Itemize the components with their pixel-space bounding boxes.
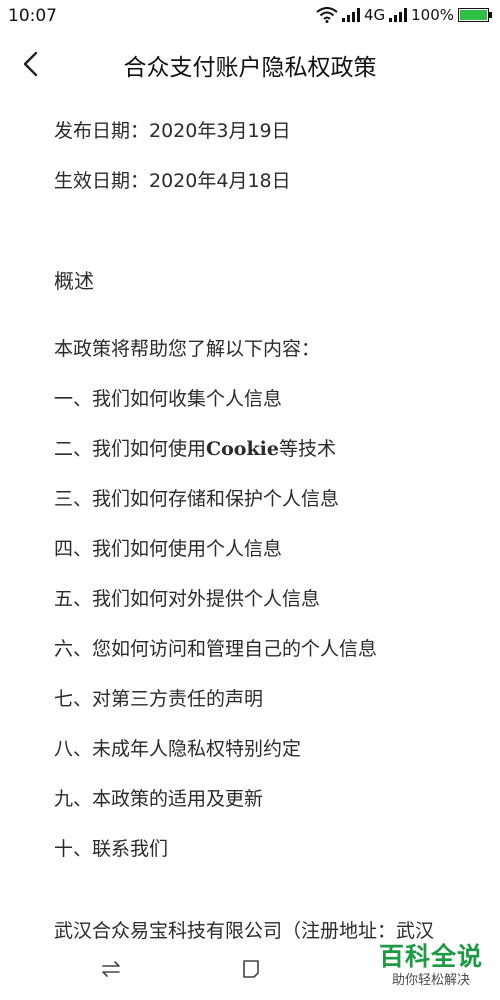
list-item: 五、我们如何对外提供个人信息 [54, 588, 321, 610]
list-item: 八、未成年人隐私权特别约定 [54, 738, 302, 760]
company-paragraph: 武汉合众易宝科技有限公司（注册地址：武汉 [54, 920, 435, 942]
list-item: 六、您如何访问和管理自己的个人信息 [54, 638, 378, 660]
status-indicators: 4G 100% [316, 6, 492, 24]
menu-icon [102, 961, 120, 977]
signal-icon [389, 8, 408, 22]
intro-text: 本政策将帮助您了解以下内容： [54, 338, 321, 360]
screen: 10:07 4G 100% 合众支付账户隐私权政策 发布日期：2020年3月19… [0, 0, 500, 1000]
network-type: 4G [363, 6, 386, 24]
list-item: 二、我们如何使用Cookie等技术 [54, 438, 336, 460]
list-item: 一、我们如何收集个人信息 [54, 388, 283, 410]
effective-date: 生效日期：2020年4月18日 [54, 170, 291, 192]
home-icon [243, 960, 259, 978]
section-heading: 概述 [54, 269, 94, 293]
watermark-logo: 百科全说 助你轻松解决 [376, 942, 486, 990]
list-item: 七、对第三方责任的声明 [54, 688, 264, 710]
chevron-left-icon [23, 51, 38, 77]
menu-button[interactable] [96, 954, 126, 984]
battery-icon [458, 8, 492, 22]
publish-date: 发布日期：2020年3月19日 [54, 120, 291, 142]
status-time: 10:07 [8, 6, 57, 26]
status-bar: 10:07 4G 100% [0, 0, 500, 34]
policy-content[interactable]: 发布日期：2020年3月19日 生效日期：2020年4月18日 概述 本政策将帮… [54, 96, 484, 942]
app-header: 合众支付账户隐私权政策 [0, 34, 500, 96]
list-item: 三、我们如何存储和保护个人信息 [54, 488, 340, 510]
page-title: 合众支付账户隐私权政策 [123, 55, 377, 81]
signal-icon [341, 8, 360, 22]
wifi-icon [316, 7, 338, 23]
list-item: 九、本政策的适用及更新 [54, 788, 264, 810]
battery-percent: 100% [411, 6, 454, 24]
home-button[interactable] [236, 954, 266, 984]
list-item: 十、联系我们 [54, 838, 169, 860]
list-item: 四、我们如何使用个人信息 [54, 538, 283, 560]
watermark-subtitle: 助你轻松解决 [391, 973, 470, 988]
watermark-title: 百科全说 [378, 942, 483, 971]
back-button[interactable] [10, 44, 50, 84]
